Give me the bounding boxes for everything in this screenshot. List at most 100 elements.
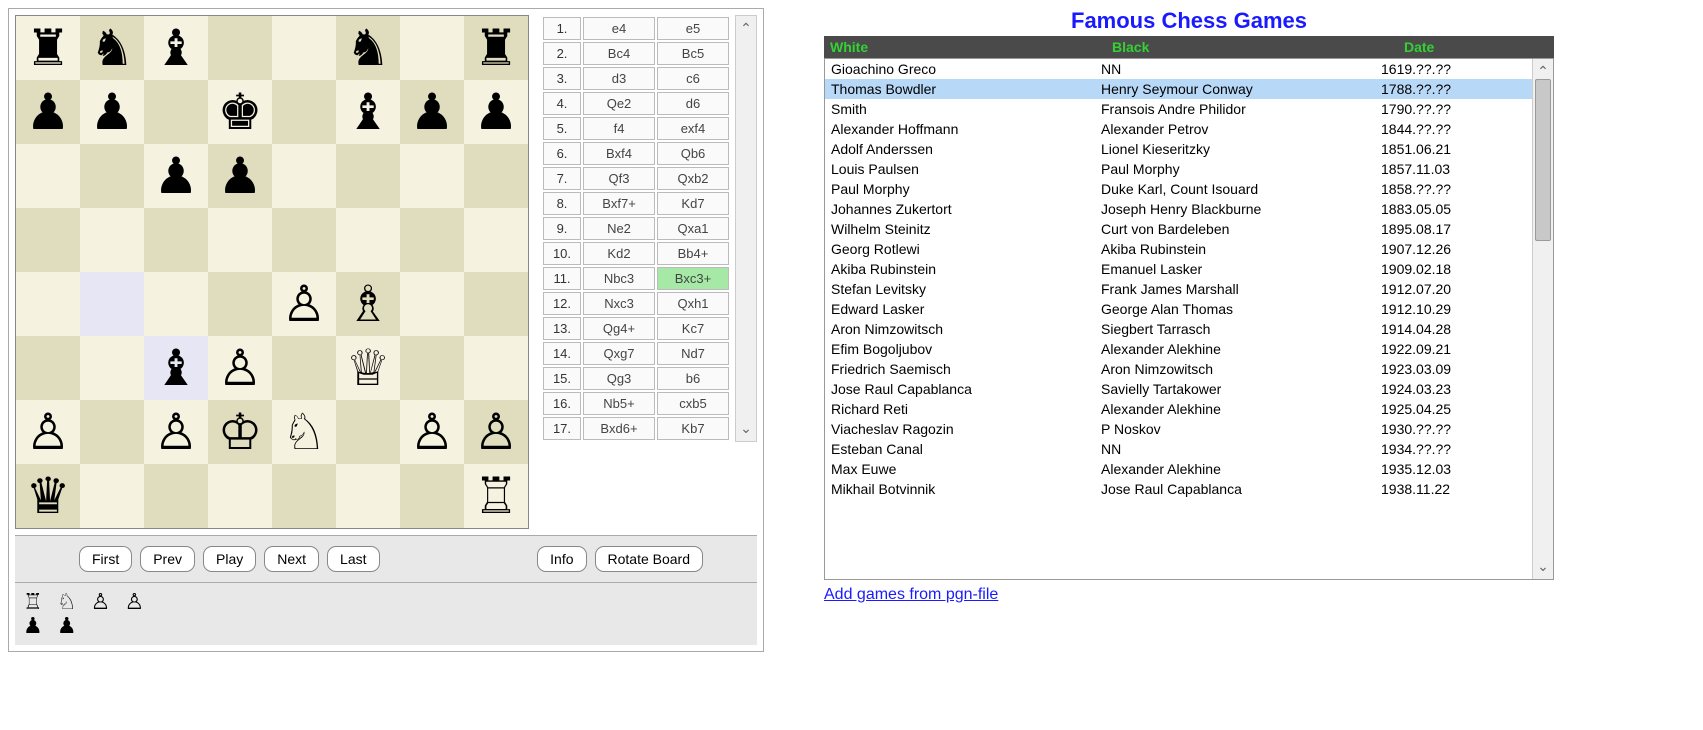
square[interactable] (80, 144, 144, 208)
square[interactable] (272, 16, 336, 80)
move-black[interactable]: Bxc3+ (657, 267, 729, 290)
square[interactable] (80, 208, 144, 272)
move-white[interactable]: Kd2 (583, 242, 655, 265)
move-black[interactable]: Qxh1 (657, 292, 729, 315)
move-black[interactable]: d6 (657, 92, 729, 115)
game-row[interactable]: Alexander HoffmannAlexander Petrov1844.?… (825, 119, 1532, 139)
game-row[interactable]: Thomas BowdlerHenry Seymour Conway1788.?… (825, 79, 1532, 99)
square[interactable]: ♙ (464, 400, 528, 464)
square[interactable] (464, 144, 528, 208)
square[interactable]: ♙ (208, 336, 272, 400)
square[interactable] (144, 464, 208, 528)
square[interactable]: ♟ (144, 144, 208, 208)
game-row[interactable]: Mikhail BotvinnikJose Raul Capablanca193… (825, 479, 1532, 499)
square[interactable]: ♙ (272, 272, 336, 336)
square[interactable] (272, 80, 336, 144)
move-white[interactable]: Nbc3 (583, 267, 655, 290)
game-row[interactable]: Gioachino GrecoNN1619.??.?? (825, 59, 1532, 79)
square[interactable] (272, 144, 336, 208)
square[interactable] (144, 80, 208, 144)
square[interactable] (16, 272, 80, 336)
move-black[interactable]: Qb6 (657, 142, 729, 165)
game-row[interactable]: Efim BogoljubovAlexander Alekhine1922.09… (825, 339, 1532, 359)
square[interactable]: ♜ (16, 16, 80, 80)
moves-scrollbar[interactable]: ⌃ ⌄ (735, 15, 757, 442)
rotate-button[interactable]: Rotate Board (595, 546, 704, 572)
move-black[interactable]: c6 (657, 67, 729, 90)
game-row[interactable]: Friedrich SaemischAron Nimzowitsch1923.0… (825, 359, 1532, 379)
move-white[interactable]: Ne2 (583, 217, 655, 240)
square[interactable] (400, 336, 464, 400)
square[interactable]: ♘ (272, 400, 336, 464)
square[interactable] (80, 272, 144, 336)
square[interactable]: ♖ (464, 464, 528, 528)
move-black[interactable]: cxb5 (657, 392, 729, 415)
move-black[interactable]: Kd7 (657, 192, 729, 215)
move-white[interactable]: Qxg7 (583, 342, 655, 365)
chess-board[interactable]: ♜♞♝♞♜♟♟♚♝♟♟♟♟♙♗♝♙♕♙♙♔♘♙♙♛♖ (15, 15, 529, 529)
move-white[interactable]: Qg4+ (583, 317, 655, 340)
square[interactable]: ♝ (144, 16, 208, 80)
game-row[interactable]: Adolf AnderssenLionel Kieseritzky1851.06… (825, 139, 1532, 159)
game-row[interactable]: Wilhelm SteinitzCurt von Bardeleben1895.… (825, 219, 1532, 239)
game-row[interactable]: Louis PaulsenPaul Morphy1857.11.03 (825, 159, 1532, 179)
scrollbar-thumb[interactable] (1535, 79, 1551, 241)
square[interactable] (80, 400, 144, 464)
last-button[interactable]: Last (327, 546, 379, 572)
square[interactable]: ♙ (16, 400, 80, 464)
scroll-down-icon[interactable]: ⌄ (1537, 558, 1549, 575)
square[interactable] (272, 336, 336, 400)
square[interactable]: ♚ (208, 80, 272, 144)
square[interactable] (400, 16, 464, 80)
square[interactable]: ♟ (208, 144, 272, 208)
square[interactable] (464, 208, 528, 272)
square[interactable]: ♛ (16, 464, 80, 528)
move-white[interactable]: Bxf4 (583, 142, 655, 165)
square[interactable] (16, 208, 80, 272)
square[interactable]: ♜ (464, 16, 528, 80)
square[interactable] (16, 144, 80, 208)
move-white[interactable]: d3 (583, 67, 655, 90)
scroll-down-icon[interactable]: ⌄ (740, 420, 752, 437)
move-white[interactable]: Qg3 (583, 367, 655, 390)
move-white[interactable]: Nb5+ (583, 392, 655, 415)
scroll-up-icon[interactable]: ⌃ (740, 20, 752, 37)
prev-button[interactable]: Prev (140, 546, 195, 572)
square[interactable] (208, 208, 272, 272)
game-row[interactable]: Edward LaskerGeorge Alan Thomas1912.10.2… (825, 299, 1532, 319)
move-black[interactable]: Kb7 (657, 417, 729, 440)
game-row[interactable]: Stefan LevitskyFrank James Marshall1912.… (825, 279, 1532, 299)
square[interactable] (144, 208, 208, 272)
square[interactable]: ♙ (144, 400, 208, 464)
first-button[interactable]: First (79, 546, 132, 572)
game-row[interactable]: Viacheslav RagozinP Noskov1930.??.?? (825, 419, 1532, 439)
square[interactable]: ♟ (80, 80, 144, 144)
game-row[interactable]: SmithFransois Andre Philidor1790.??.?? (825, 99, 1532, 119)
square[interactable]: ♟ (400, 80, 464, 144)
move-black[interactable]: Qxb2 (657, 167, 729, 190)
square[interactable] (208, 464, 272, 528)
move-white[interactable]: Qe2 (583, 92, 655, 115)
move-white[interactable]: Bc4 (583, 42, 655, 65)
square[interactable] (400, 464, 464, 528)
square[interactable] (464, 336, 528, 400)
square[interactable] (272, 208, 336, 272)
square[interactable] (464, 272, 528, 336)
game-row[interactable]: Paul MorphyDuke Karl, Count Isouard1858.… (825, 179, 1532, 199)
move-white[interactable]: Bxf7+ (583, 192, 655, 215)
game-row[interactable]: Johannes ZukertortJoseph Henry Blackburn… (825, 199, 1532, 219)
move-white[interactable]: Bxd6+ (583, 417, 655, 440)
square[interactable]: ♟ (16, 80, 80, 144)
square[interactable]: ♟ (464, 80, 528, 144)
square[interactable] (80, 336, 144, 400)
move-black[interactable]: Nd7 (657, 342, 729, 365)
square[interactable] (144, 272, 208, 336)
move-black[interactable]: Bb4+ (657, 242, 729, 265)
move-black[interactable]: e5 (657, 17, 729, 40)
game-row[interactable]: Jose Raul CapablancaSavielly Tartakower1… (825, 379, 1532, 399)
game-row[interactable]: Max EuweAlexander Alekhine1935.12.03 (825, 459, 1532, 479)
move-white[interactable]: f4 (583, 117, 655, 140)
square[interactable]: ♞ (336, 16, 400, 80)
game-row[interactable]: Esteban CanalNN1934.??.?? (825, 439, 1532, 459)
square[interactable]: ♕ (336, 336, 400, 400)
